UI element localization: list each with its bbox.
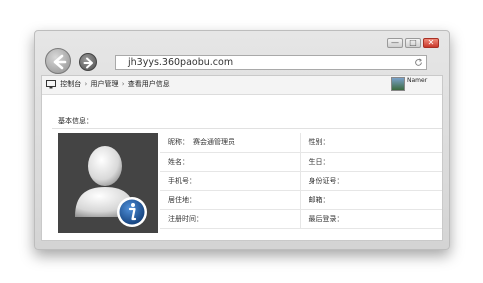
profile-info-table: 昵称： 赛会通管理员 性别： 姓名： 生日： 手机号： 身份证号： 居住地： 邮箱… [160, 133, 442, 229]
address-bar[interactable]: jh3yys.360paobu.com [115, 55, 427, 70]
field-residence: 居住地： [160, 190, 301, 210]
field-label: 居住地： [168, 195, 196, 204]
field-label: 最后登录： [308, 214, 344, 223]
field-label: 生日： [308, 157, 330, 166]
page-content: 控制台 › 用户管理 › 查看用户信息 Namer 基本信息： 昵称： 赛会通管… [41, 75, 443, 241]
minimize-icon: — [391, 38, 399, 47]
maximize-button[interactable]: □ [405, 38, 421, 48]
field-phone: 手机号： [160, 171, 301, 191]
top-bar: 控制台 › 用户管理 › 查看用户信息 Namer [42, 76, 442, 95]
table-row: 昵称： 赛会通管理员 性别： [160, 133, 442, 153]
divider [52, 128, 442, 129]
field-name: 姓名： [160, 152, 301, 172]
field-nickname: 昵称： 赛会通管理员 [160, 133, 301, 153]
field-register-time: 注册时间： [160, 209, 301, 229]
field-label: 邮箱： [308, 195, 330, 204]
maximize-icon: □ [409, 38, 417, 47]
address-url: jh3yys.360paobu.com [128, 57, 234, 68]
close-button[interactable]: ✕ [423, 38, 439, 48]
breadcrumb-item-user-management[interactable]: 用户管理 [91, 80, 119, 88]
field-last-login: 最后登录： [300, 209, 442, 229]
field-label: 身份证号： [308, 176, 344, 185]
back-button[interactable] [45, 48, 71, 74]
field-label: 昵称： [168, 138, 189, 147]
info-badge-icon [117, 197, 147, 227]
field-value: 赛会通管理员 [193, 138, 235, 147]
field-birthday: 生日： [300, 152, 442, 172]
field-id-number: 身份证号： [300, 171, 442, 191]
close-icon: ✕ [427, 38, 435, 47]
section-title: 基本信息： [58, 117, 93, 125]
profile-avatar [58, 133, 158, 233]
table-row: 姓名： 生日： [160, 152, 442, 172]
avatar [391, 77, 405, 91]
field-label: 姓名： [168, 157, 189, 166]
refresh-icon[interactable] [414, 58, 423, 67]
breadcrumb-item-console[interactable]: 控制台 [60, 80, 81, 88]
table-row: 手机号： 身份证号： [160, 171, 442, 191]
forward-button[interactable] [79, 53, 97, 71]
field-email: 邮箱： [300, 190, 442, 210]
breadcrumb-separator: › [121, 80, 125, 88]
forward-arrow-icon [83, 57, 93, 69]
field-label: 手机号： [168, 176, 196, 185]
user-menu[interactable]: Namer [391, 77, 441, 93]
breadcrumb-separator: › [84, 80, 88, 88]
breadcrumb: 控制台 › 用户管理 › 查看用户信息 [46, 79, 170, 89]
user-name: Namer [407, 77, 428, 84]
field-label: 注册时间： [168, 214, 203, 223]
back-arrow-icon [53, 54, 67, 70]
browser-window: — □ ✕ jh3yys.360paobu.com 控制台 › 用户管理 › 查… [34, 30, 450, 250]
monitor-icon [46, 79, 56, 88]
field-gender: 性别： [300, 133, 442, 153]
breadcrumb-item-view-user: 查看用户信息 [127, 80, 170, 88]
minimize-button[interactable]: — [387, 38, 403, 48]
table-row: 注册时间： 最后登录： [160, 209, 442, 229]
table-row: 居住地： 邮箱： [160, 190, 442, 210]
field-label: 性别： [308, 138, 330, 147]
